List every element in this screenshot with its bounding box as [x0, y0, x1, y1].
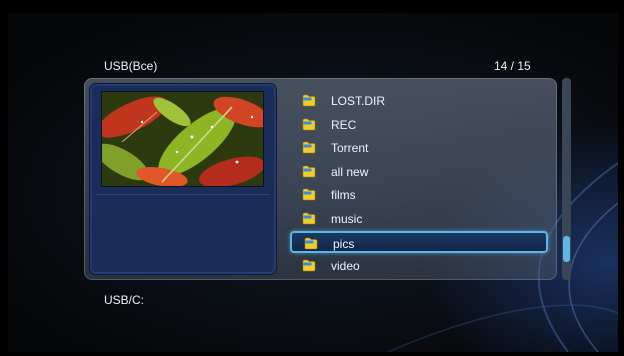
scrollbar[interactable] — [562, 78, 571, 280]
folder-icon — [302, 141, 316, 154]
list-item[interactable]: music — [290, 208, 548, 230]
list-item-label: REC — [331, 117, 357, 132]
list-item-label: Torrent — [331, 141, 369, 155]
list-item[interactable]: Torrent — [290, 137, 548, 159]
folder-icon — [302, 212, 316, 225]
folder-icon — [302, 165, 316, 178]
list-item-label: pics — [333, 237, 355, 251]
folder-icon — [302, 118, 316, 131]
list-item-label: all new — [331, 164, 369, 179]
scroll-thumb[interactable] — [563, 236, 570, 262]
source-label: USB(Bce) — [104, 59, 158, 73]
preview-divider — [96, 194, 270, 195]
list-item-label: video — [331, 258, 360, 273]
folder-icon — [302, 188, 316, 201]
preview-pane — [90, 84, 276, 274]
list-item[interactable]: video — [290, 255, 548, 277]
preview-thumbnail — [101, 91, 264, 187]
folder-icon — [304, 237, 318, 250]
current-path: USB/C: — [104, 293, 145, 307]
list-item[interactable]: all new — [290, 161, 548, 183]
list-item[interactable]: LOST.DIR — [290, 90, 548, 112]
page-counter: 14 / 15 — [494, 59, 531, 73]
list-item-label: films — [331, 188, 356, 202]
list-item[interactable]: pics — [290, 231, 548, 253]
list-item[interactable]: REC — [290, 114, 548, 136]
folder-icon — [302, 259, 316, 272]
folder-icon — [302, 94, 316, 107]
list-item[interactable]: films — [290, 184, 548, 206]
list-item-label: music — [331, 211, 363, 226]
list-item-label: LOST.DIR — [331, 94, 386, 108]
